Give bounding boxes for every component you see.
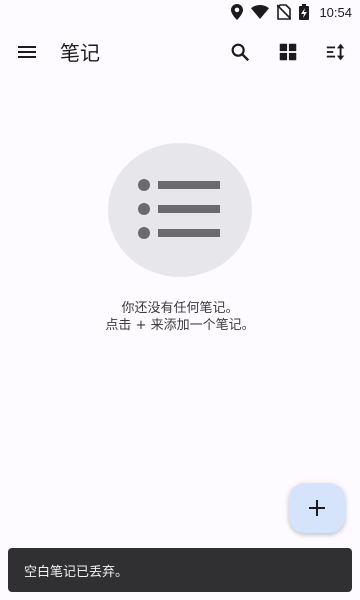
status-bar: 10:54 <box>0 0 360 24</box>
battery-charging-icon <box>299 4 310 20</box>
app-bar: 笔记 <box>0 24 360 80</box>
status-time: 10:54 <box>319 4 352 20</box>
add-icon <box>309 500 325 516</box>
empty-state-message: 你还没有任何笔记。 点击 + 来添加一个笔记。 <box>0 300 360 334</box>
empty-state-line-1: 你还没有任何笔记。 <box>121 301 239 316</box>
sort-icon <box>326 43 345 61</box>
page-title: 笔记 <box>60 41 100 65</box>
search-icon <box>231 43 250 62</box>
menu-button[interactable] <box>14 40 38 64</box>
list-icon <box>138 179 220 239</box>
snackbar: 空白笔记已丢弃。 <box>8 548 352 592</box>
grid-view-icon <box>279 43 297 61</box>
empty-state-line-2: 点击 + 来添加一个笔记。 <box>105 318 255 333</box>
search-button[interactable] <box>228 40 252 64</box>
menu-icon <box>18 46 36 58</box>
wifi-icon <box>251 5 270 19</box>
notes-screen: 10:54 笔记 你还没有任何笔记。 点击 + 来添加一个笔记。 空白笔记已丢弃… <box>0 0 360 600</box>
location-icon <box>231 4 244 20</box>
snackbar-message: 空白笔记已丢弃。 <box>24 564 129 580</box>
no-sim-icon <box>277 4 292 20</box>
add-note-button[interactable] <box>289 483 345 533</box>
grid-view-button[interactable] <box>276 40 300 64</box>
sort-button[interactable] <box>324 40 348 64</box>
empty-state-illustration <box>108 143 252 277</box>
